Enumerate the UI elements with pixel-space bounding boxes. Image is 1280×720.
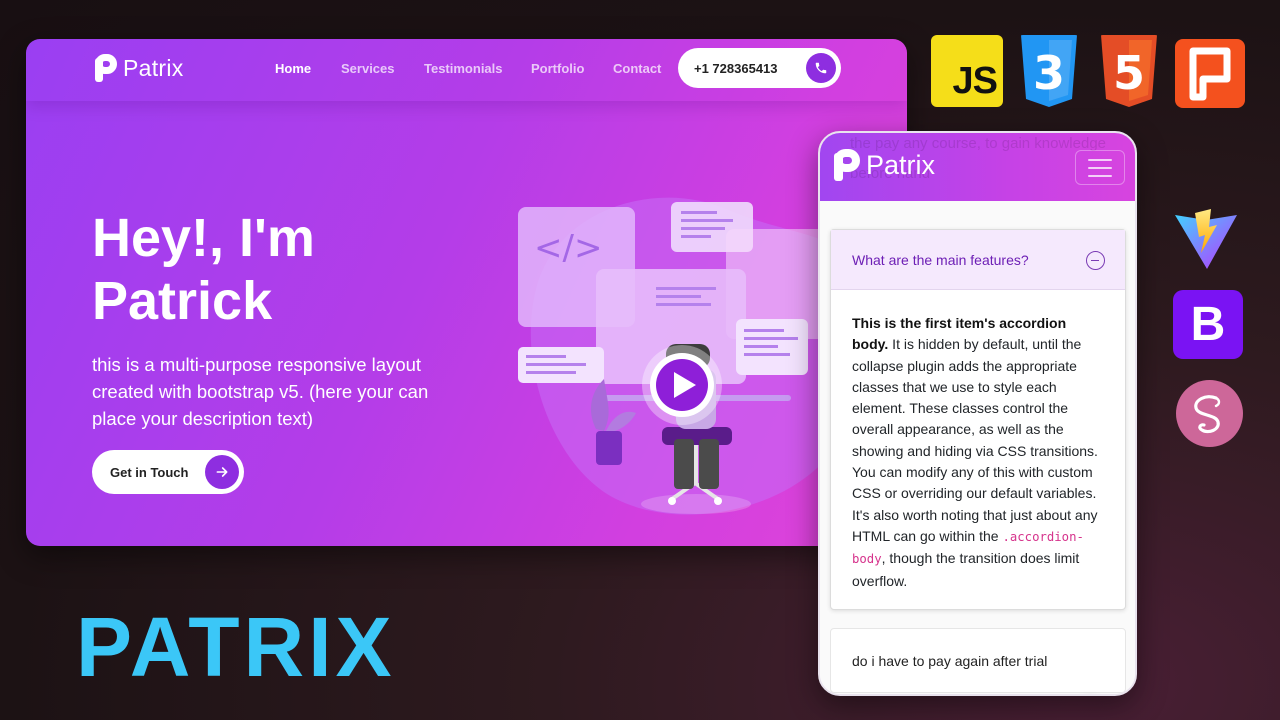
desktop-navbar: Patrix Home Services Testimonials Portfo… bbox=[26, 39, 907, 101]
nav-portfolio[interactable]: Portfolio bbox=[531, 61, 584, 76]
accordion-header[interactable]: What are the main features? bbox=[831, 230, 1125, 290]
back-to-top-button[interactable] bbox=[1068, 695, 1112, 696]
html5-label: 5 bbox=[1113, 46, 1145, 100]
mobile-navbar: the pay any course, to gain knowledge be… bbox=[820, 133, 1135, 201]
get-in-touch-label: Get in Touch bbox=[110, 464, 189, 480]
accordion-body-text: It is hidden by default, until the colla… bbox=[852, 336, 1098, 544]
svg-text:</>: </> bbox=[534, 228, 602, 268]
nav-contact[interactable]: Contact bbox=[613, 61, 661, 76]
patrix-logo-icon bbox=[95, 54, 117, 82]
nav-home[interactable]: Home bbox=[275, 61, 311, 76]
css3-label: 3 bbox=[1033, 46, 1065, 100]
hero-description: this is a multi-purpose responsive layou… bbox=[92, 354, 429, 429]
hero-title: Hey!, I'm Patrick bbox=[92, 207, 412, 333]
mobile-logo[interactable]: Patrix bbox=[834, 149, 935, 181]
hamburger-menu-button[interactable] bbox=[1075, 150, 1125, 185]
css3-icon: 3 bbox=[1017, 35, 1081, 107]
accordion-body-tail: , though the transition does limit overf… bbox=[852, 550, 1080, 589]
js-label: JS bbox=[952, 60, 998, 102]
vite-icon bbox=[1173, 207, 1239, 273]
bootstrap-icon: B bbox=[1173, 290, 1243, 359]
desktop-mockup: Patrix Home Services Testimonials Portfo… bbox=[26, 39, 907, 546]
phone-icon bbox=[806, 53, 836, 83]
patrix-logo-icon bbox=[834, 149, 860, 181]
accordion-item-expanded: What are the main features? This is the … bbox=[830, 229, 1126, 610]
javascript-icon: JS bbox=[931, 35, 1003, 107]
accordion-body: This is the first item's accordion body.… bbox=[831, 290, 1125, 592]
accordion-question: do i have to pay again after trial bbox=[852, 652, 1048, 669]
accordion-question: What are the main features? bbox=[852, 251, 1029, 268]
mobile-mockup: the pay any course, to gain knowledge be… bbox=[818, 131, 1137, 696]
phone-number: +1 728365413 bbox=[694, 60, 778, 76]
faq-section: What are the main features? This is the … bbox=[820, 201, 1135, 694]
brand-title: PATRIX bbox=[76, 600, 396, 694]
phone-button[interactable]: +1 728365413 bbox=[678, 48, 841, 88]
collapse-minus-icon[interactable] bbox=[1086, 251, 1105, 270]
logo-text: Patrix bbox=[866, 149, 936, 180]
html5-icon: 5 bbox=[1097, 35, 1161, 107]
get-in-touch-button[interactable]: Get in Touch bbox=[92, 450, 244, 494]
accordion-item-collapsed[interactable]: do i have to pay again after trial bbox=[830, 628, 1126, 693]
hero-title-line1: Hey!, I'm bbox=[92, 208, 315, 268]
logo-text: Patrix bbox=[123, 54, 184, 81]
nav-testimonials[interactable]: Testimonials bbox=[424, 61, 503, 76]
arrow-right-icon bbox=[205, 455, 239, 489]
flag-icon bbox=[1175, 39, 1245, 108]
hero-title-line2: Patrick bbox=[92, 271, 273, 331]
nav-services[interactable]: Services bbox=[341, 61, 395, 76]
sass-icon bbox=[1176, 380, 1243, 447]
desktop-logo[interactable]: Patrix bbox=[95, 54, 184, 82]
bootstrap-label: B bbox=[1190, 298, 1226, 351]
